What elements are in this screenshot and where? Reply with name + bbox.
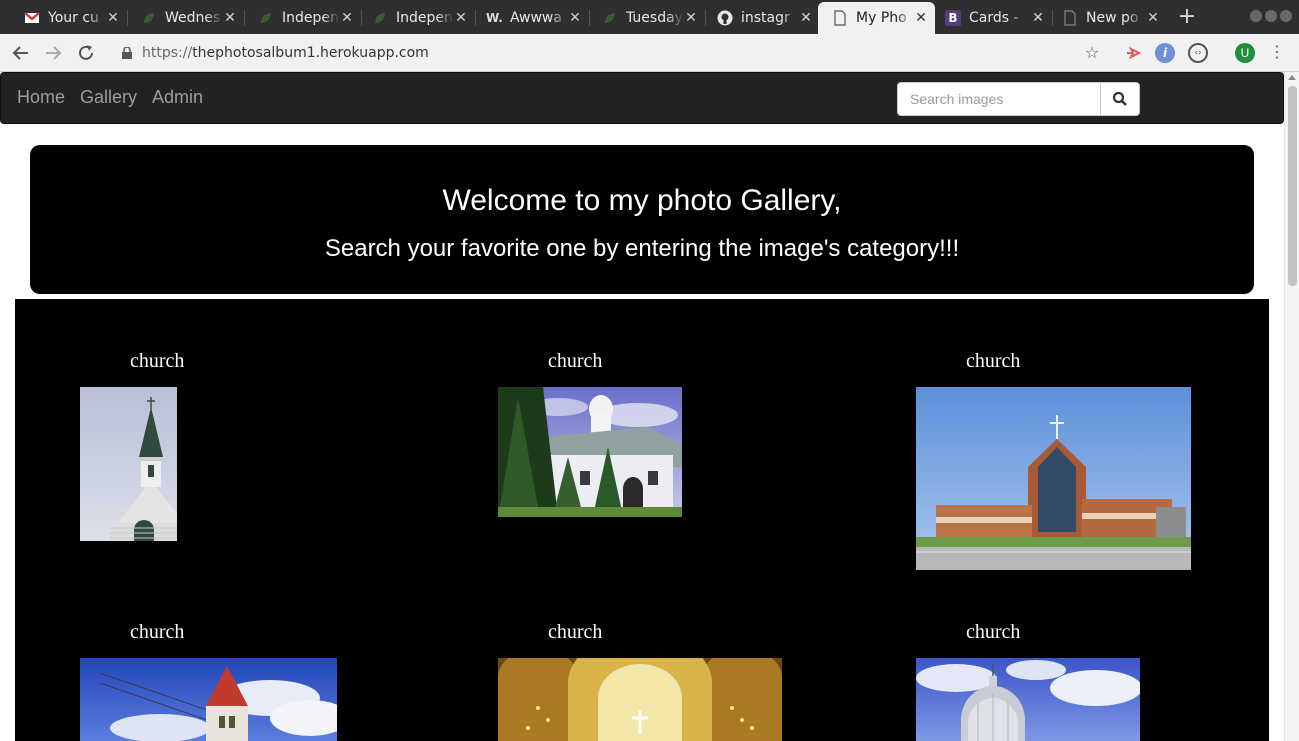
extension-info-icon[interactable]: i [1155, 43, 1175, 63]
back-arrow-icon[interactable] [9, 41, 33, 65]
browser-tab-strip: Your cu ✕ Wednes ✕ Indepen ✕ Indepen ✕ W… [0, 0, 1299, 34]
browser-tab[interactable]: Wednes ✕ [117, 2, 245, 34]
new-tab-plus-icon[interactable]: + [1175, 5, 1199, 29]
church-photo-red-spire[interactable] [80, 658, 337, 741]
lock-icon [122, 46, 132, 59]
leaf-icon [602, 10, 618, 26]
church-photo-golden-interior[interactable] [498, 658, 782, 741]
tab-title: Awwwa [510, 10, 562, 26]
hero-title: Welcome to my photo Gallery, [442, 184, 842, 217]
tab-title: Indepen [396, 10, 453, 26]
photo-gallery: church church church church church churc… [15, 299, 1269, 741]
search-button[interactable] [1100, 82, 1140, 116]
hero-subtitle: Search your favorite one by entering the… [324, 235, 960, 262]
extension-red-icon[interactable] [1123, 43, 1143, 63]
browser-tab[interactable]: Tuesday ✕ [578, 2, 706, 34]
bootstrap-icon: B [945, 10, 961, 26]
minimize-window-icon[interactable] [1250, 10, 1262, 22]
close-window-icon[interactable] [1280, 10, 1292, 22]
card-caption: church [130, 621, 185, 643]
scrollbar-thumb[interactable] [1288, 86, 1297, 286]
profile-avatar[interactable]: U [1235, 43, 1255, 63]
browser-tab-active[interactable]: My Pho ✕ [818, 2, 935, 34]
browser-tab[interactable]: Indepen ✕ [348, 2, 476, 34]
page-scrollbar[interactable] [1284, 72, 1299, 741]
github-icon [717, 10, 733, 26]
browser-tab[interactable]: Indepen ✕ [234, 2, 362, 34]
bookmark-star-icon[interactable]: ☆ [1082, 43, 1102, 63]
browser-tab[interactable]: instagr ✕ [693, 2, 820, 34]
browser-toolbar: https://thephotosalbum1.herokuapp.com ☆ … [0, 34, 1299, 72]
address-bar[interactable]: https://thephotosalbum1.herokuapp.com [110, 38, 1110, 68]
card-caption: church [548, 621, 603, 643]
card-caption: church [130, 350, 185, 372]
page-icon [1062, 10, 1078, 26]
tab-title: Your cu [48, 10, 99, 26]
search-input[interactable] [897, 82, 1101, 116]
nav-admin-link[interactable]: Admin [152, 87, 203, 108]
browser-tab[interactable]: B Cards - ✕ [935, 2, 1053, 34]
tab-title: New po [1086, 10, 1139, 26]
tab-title: My Pho [856, 10, 907, 26]
forward-arrow-icon[interactable] [41, 41, 65, 65]
extension-code-icon[interactable]: ‹› [1188, 43, 1208, 63]
tab-title: Cards - [969, 10, 1019, 26]
gmail-icon [24, 10, 40, 26]
card-caption: church [548, 350, 603, 372]
tab-title: Indepen [282, 10, 339, 26]
church-photo-white[interactable] [498, 387, 682, 517]
tab-close-icon[interactable]: ✕ [798, 10, 814, 26]
tab-title: Wednes [165, 10, 221, 26]
leaf-icon [141, 10, 157, 26]
church-photo-domed[interactable] [916, 658, 1140, 741]
tab-close-icon[interactable]: ✕ [913, 10, 929, 26]
tab-title: instagr [741, 10, 790, 26]
church-photo-steeple[interactable] [80, 387, 177, 541]
tab-close-icon[interactable]: ✕ [1030, 10, 1046, 26]
site-navbar: Home Gallery Admin [0, 72, 1284, 124]
leaf-icon [372, 10, 388, 26]
reload-icon[interactable] [74, 41, 98, 65]
browser-menu-icon[interactable]: ⋮ [1267, 43, 1287, 63]
nav-gallery-link[interactable]: Gallery [80, 87, 137, 108]
page-viewport: Home Gallery Admin Welcome to my photo G… [0, 72, 1284, 741]
card-caption: church [966, 350, 1021, 372]
nav-home-link[interactable]: Home [17, 87, 65, 108]
tab-close-icon[interactable]: ✕ [1145, 10, 1161, 26]
url-text: https://thephotosalbum1.herokuapp.com [142, 45, 429, 61]
page-icon [832, 10, 848, 26]
search-form [897, 82, 1140, 116]
browser-tab[interactable]: Your cu ✕ [0, 2, 128, 34]
maximize-window-icon[interactable] [1265, 10, 1277, 22]
awwwards-icon: W. [486, 11, 503, 25]
browser-tab[interactable]: W. Awwwa ✕ [462, 2, 590, 34]
welcome-jumbotron: Welcome to my photo Gallery, Search your… [30, 145, 1254, 294]
tab-title: Tuesday [626, 10, 683, 26]
scroll-up-arrow-icon[interactable] [1288, 75, 1296, 80]
church-photo-modern[interactable] [916, 387, 1191, 570]
browser-tab[interactable]: New po ✕ [1050, 2, 1167, 34]
search-icon [1112, 91, 1128, 110]
card-caption: church [966, 621, 1021, 643]
leaf-icon [258, 10, 274, 26]
